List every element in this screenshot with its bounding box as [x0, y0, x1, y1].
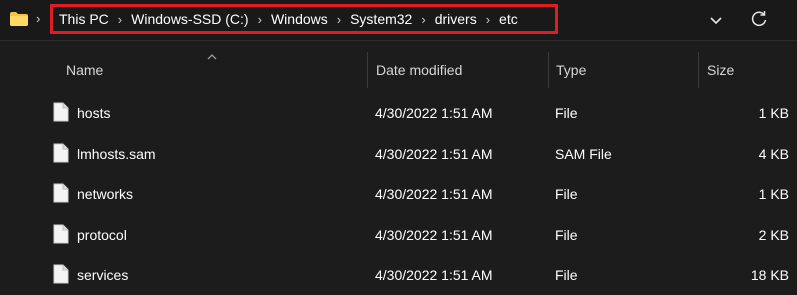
file-size: 18 KB — [750, 267, 789, 283]
column-divider[interactable] — [698, 52, 699, 88]
column-date-modified-header[interactable]: Date modified — [376, 62, 462, 78]
file-type: SAM File — [555, 146, 612, 162]
address-bar[interactable]: › This PC › Windows-SSD (C:) › Windows ›… — [0, 0, 797, 41]
chevron-right-icon[interactable]: › — [421, 12, 425, 27]
breadcrumb-this-pc[interactable]: This PC — [59, 11, 109, 27]
column-name-header[interactable]: Name — [66, 62, 103, 78]
file-size: 4 KB — [758, 146, 789, 162]
file-name: hosts — [77, 105, 111, 121]
breadcrumb-etc[interactable]: etc — [499, 11, 518, 27]
column-header: Name Date modified Type Size — [0, 52, 797, 88]
file-name: protocol — [77, 227, 127, 243]
file-name: lmhosts.sam — [77, 146, 156, 162]
file-date-modified: 4/30/2022 1:51 AM — [375, 105, 493, 121]
refresh-icon[interactable] — [749, 9, 769, 29]
file-row-protocol[interactable]: protocol 4/30/2022 1:51 AM File 2 KB — [40, 214, 797, 255]
file-size: 1 KB — [758, 105, 789, 121]
chevron-right-icon[interactable]: › — [258, 12, 262, 27]
file-type: File — [555, 267, 578, 283]
file-date-modified: 4/30/2022 1:51 AM — [375, 227, 493, 243]
file-type: File — [555, 186, 578, 202]
file-icon — [53, 264, 69, 284]
file-row-services[interactable]: services 4/30/2022 1:51 AM File 18 KB — [40, 254, 797, 295]
file-type: File — [555, 105, 578, 121]
file-icon — [53, 183, 69, 203]
column-type-header[interactable]: Type — [556, 62, 586, 78]
file-row-hosts[interactable]: hosts 4/30/2022 1:51 AM File 1 KB — [40, 92, 797, 133]
chevron-right-icon[interactable]: › — [36, 11, 40, 26]
chevron-right-icon[interactable]: › — [118, 12, 122, 27]
file-row-lmhosts-sam[interactable]: lmhosts.sam 4/30/2022 1:51 AM SAM File 4… — [40, 133, 797, 174]
file-name: services — [77, 267, 129, 283]
sort-ascending-icon — [207, 54, 217, 60]
file-size: 1 KB — [758, 186, 789, 202]
breadcrumb-windows-ssd[interactable]: Windows-SSD (C:) — [131, 11, 248, 27]
column-divider[interactable] — [548, 52, 549, 88]
file-name: networks — [77, 186, 134, 202]
breadcrumb-system32[interactable]: System32 — [350, 11, 412, 27]
chevron-down-icon[interactable] — [706, 10, 726, 30]
file-icon — [53, 102, 69, 122]
breadcrumb: This PC › Windows-SSD (C:) › Windows › S… — [50, 4, 558, 34]
file-size: 2 KB — [758, 227, 789, 243]
file-icon — [53, 143, 69, 163]
column-size-header[interactable]: Size — [707, 62, 734, 78]
file-type: File — [555, 227, 578, 243]
file-row-networks[interactable]: networks 4/30/2022 1:51 AM File 1 KB — [40, 173, 797, 214]
column-divider[interactable] — [367, 52, 368, 88]
breadcrumb-drivers[interactable]: drivers — [435, 11, 477, 27]
file-icon — [53, 224, 69, 244]
file-date-modified: 4/30/2022 1:51 AM — [375, 146, 493, 162]
folder-icon — [10, 12, 28, 26]
chevron-right-icon[interactable]: › — [337, 12, 341, 27]
file-date-modified: 4/30/2022 1:51 AM — [375, 267, 493, 283]
breadcrumb-windows[interactable]: Windows — [271, 11, 328, 27]
file-date-modified: 4/30/2022 1:51 AM — [375, 186, 493, 202]
chevron-right-icon[interactable]: › — [486, 12, 490, 27]
